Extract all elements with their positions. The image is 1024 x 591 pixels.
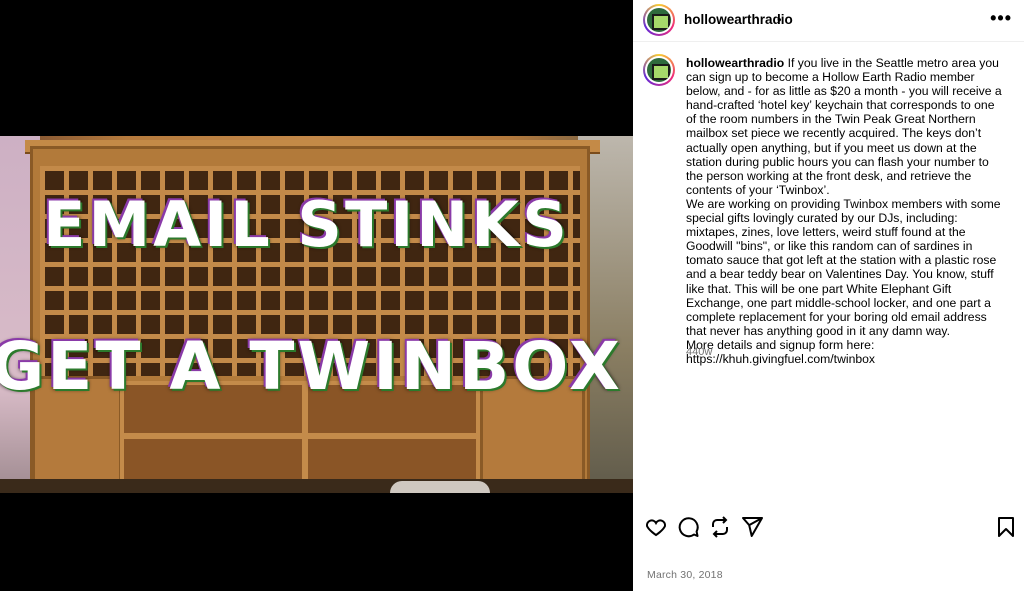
more-options-icon[interactable]: ••• [990,8,1012,29]
caption-text: hollowearthradio If you live in the Seat… [686,56,1006,366]
shelf [124,433,476,439]
overlay-text-line2: GET A TWINBOX [0,328,623,405]
post-media[interactable]: EMAIL STINKS GET A TWINBOX [0,0,633,591]
tire [390,481,490,493]
caption-username[interactable]: hollowearthradio [686,56,784,70]
send-icon[interactable] [740,515,764,539]
post-side-panel: hollowearthradio • ••• hollowearthradio … [633,0,1024,591]
floor [0,479,633,493]
caption-paragraph-2: We are working on providing Twinbox memb… [686,196,1001,338]
avatar-ring [645,56,673,84]
caption-paragraph-3: More details and signup form here: [686,337,875,352]
header-separator: • [777,12,782,27]
caption-section: hollowearthradio If you live in the Seat… [633,42,1024,492]
post-header: hollowearthradio • ••• [633,0,1024,42]
bookmark-icon[interactable] [994,515,1018,539]
caption-avatar[interactable] [643,54,675,86]
post-date: March 30, 2018 [647,569,723,581]
avatar-ring [645,6,673,34]
avatar[interactable] [643,4,675,36]
station-logo-icon [647,58,671,82]
heart-icon[interactable] [644,515,668,539]
station-logo-icon [647,8,671,32]
comment-icon[interactable] [676,515,700,539]
repost-icon[interactable] [708,515,732,539]
post-age: 440w [686,346,713,358]
action-bar [633,515,1024,545]
caption-paragraph-1: If you live in the Seattle metro area yo… [686,56,1002,197]
caption-link[interactable]: https://khuh.givingfuel.com/twinbox [686,352,875,366]
overlay-text-line1: EMAIL STINKS [43,188,570,261]
